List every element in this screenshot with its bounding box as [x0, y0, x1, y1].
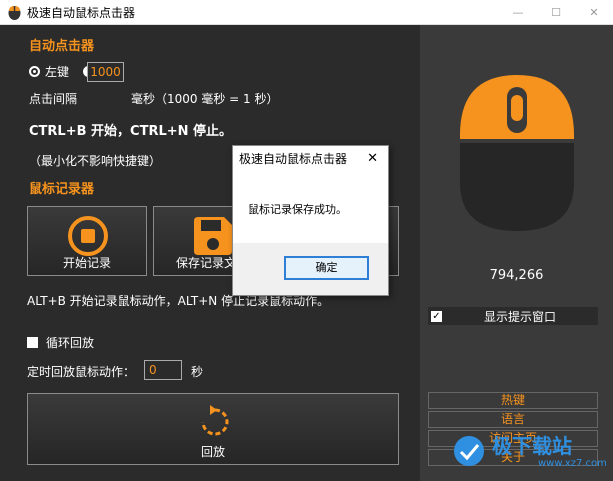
- window-controls: — ☐ ✕: [499, 0, 613, 25]
- watermark-text: 极下载站: [492, 434, 572, 458]
- left-click-radio[interactable]: 左键: [29, 63, 69, 80]
- minimize-note: （最小化不影响快捷键）: [29, 154, 162, 168]
- watermark: 极下载站 www.xz7.com: [452, 428, 612, 478]
- delay-input[interactable]: 0: [144, 360, 182, 380]
- show-tip-label: 显示提示窗口: [483, 309, 556, 324]
- delay-unit: 秒: [191, 365, 204, 379]
- cursor-coordinates: 794,266: [489, 268, 544, 283]
- title-bar: 极速自动鼠标点击器 — ☐ ✕: [0, 0, 613, 25]
- start-record-label: 开始记录: [62, 256, 111, 270]
- dialog-ok-button[interactable]: 确定: [284, 256, 369, 280]
- watermark-url: www.xz7.com: [538, 458, 607, 469]
- loop-playback-label: 循环回放: [46, 336, 95, 350]
- left-click-label: 左键: [45, 65, 70, 79]
- mouse-app-icon: [8, 5, 21, 20]
- hotkey-button[interactable]: 热键: [428, 392, 598, 409]
- interval-unit: 毫秒（1000 毫秒 = 1 秒）: [131, 92, 279, 106]
- maximize-button[interactable]: ☐: [537, 0, 575, 25]
- radio-selected-icon: [29, 66, 40, 77]
- dialog-message: 鼠标记录保存成功。: [233, 171, 388, 243]
- window-title: 极速自动鼠标点击器: [27, 5, 136, 20]
- dialog-title: 极速自动鼠标点击器: [233, 146, 388, 171]
- language-button[interactable]: 语言: [428, 411, 598, 428]
- playback-button[interactable]: 回放: [27, 393, 399, 465]
- replay-icon: [201, 405, 229, 436]
- minimize-button[interactable]: —: [499, 0, 537, 25]
- close-button[interactable]: ✕: [575, 0, 613, 25]
- start-record-button[interactable]: 开始记录: [27, 206, 147, 276]
- recorder-title: 鼠标记录器: [29, 182, 95, 197]
- clicker-hotkey-text: CTRL+B 开始，CTRL+N 停止。: [29, 124, 233, 139]
- save-success-dialog: 极速自动鼠标点击器 ✕ 鼠标记录保存成功。 确定: [232, 145, 389, 296]
- delay-label: 定时回放鼠标动作：: [27, 365, 136, 379]
- interval-label: 点击间隔: [29, 92, 78, 106]
- record-icon: [68, 216, 108, 256]
- auto-clicker-title: 自动点击器: [29, 39, 95, 54]
- mouse-illustration-icon: [460, 75, 574, 231]
- interval-input[interactable]: 1000: [87, 62, 124, 82]
- save-icon: [194, 217, 232, 255]
- watermark-logo-icon: [454, 436, 484, 466]
- check-icon: ✓: [431, 310, 442, 322]
- loop-playback-checkbox[interactable]: 循环回放: [27, 334, 94, 351]
- dialog-close-button[interactable]: ✕: [367, 151, 378, 166]
- playback-label: 回放: [200, 445, 225, 459]
- show-tip-checkbox[interactable]: ✓ 显示提示窗口: [428, 307, 598, 325]
- checkbox-icon: [27, 337, 38, 348]
